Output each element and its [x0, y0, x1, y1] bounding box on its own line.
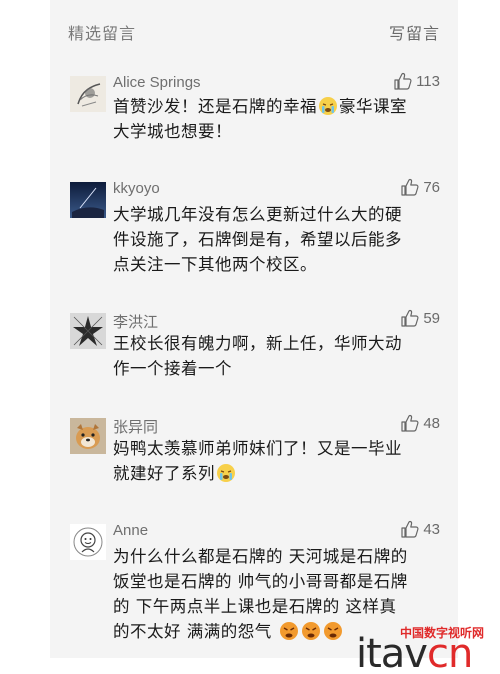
user-avatar[interactable] [70, 313, 106, 349]
like-count: 59 [423, 309, 440, 327]
comment-line: 点关注一下其他两个校区。 [113, 255, 317, 274]
like-button[interactable]: 59 [400, 309, 440, 327]
comment-item: 张异同 48 妈鸭太羡慕师弟师妹们了！又是一毕业 就建好了系列 [50, 412, 458, 496]
watermark-logo: itavcn [356, 631, 473, 674]
angry-emoji-icon [323, 622, 342, 640]
comment-line: 大学城也想要！ [113, 122, 232, 141]
user-avatar[interactable] [70, 182, 106, 218]
comment-username[interactable]: 李洪江 [113, 311, 158, 332]
comment-item: Alice Springs 113 首赞沙发！还是石牌的幸福 豪华课室 大学城也想… [50, 70, 458, 160]
crying-emoji-icon [319, 97, 337, 115]
like-count: 113 [416, 72, 440, 90]
thumbs-up-icon [401, 309, 419, 327]
comment-username[interactable]: Alice Springs [113, 74, 201, 91]
write-comment-button[interactable]: 写留言 [389, 20, 440, 44]
like-button[interactable]: 113 [393, 72, 440, 90]
comment-username[interactable]: Anne [113, 522, 148, 539]
like-count: 48 [423, 414, 440, 432]
angry-emoji-icon [301, 622, 320, 640]
comments-header: 精选留言 写留言 [50, 14, 458, 44]
comment-line: 为什么什么都是石牌的 天河城是石牌的 [113, 547, 408, 566]
comment-line: 的 下午两点半上课也是石牌的 这样真 [113, 597, 397, 616]
comment-line: 豪华课室 [339, 97, 407, 116]
like-button[interactable]: 48 [400, 414, 440, 432]
comment-text: 妈鸭太羡慕师弟师妹们了！又是一毕业 就建好了系列 [113, 436, 440, 486]
thumbs-up-icon [401, 520, 419, 538]
like-button[interactable]: 43 [400, 520, 440, 538]
comment-text: 首赞沙发！还是石牌的幸福 豪华课室 大学城也想要！ [113, 94, 440, 144]
comment-line: 件设施了，石牌倒是有，希望以后能多 [113, 230, 402, 249]
user-avatar[interactable] [70, 524, 106, 560]
watermark-logo-part: itav [356, 631, 428, 674]
comment-text: 大学城几年没有怎么更新过什么大的硬 件设施了，石牌倒是有，希望以后能多 点关注一… [113, 202, 440, 277]
like-count: 43 [423, 520, 440, 538]
thumbs-up-icon [401, 178, 419, 196]
comment-text: 为什么什么都是石牌的 天河城是石牌的 饭堂也是石牌的 帅气的小哥哥都是石牌 的 … [113, 544, 440, 644]
comment-username[interactable]: 张异同 [113, 416, 158, 437]
comment-line: 就建好了系列 [113, 464, 215, 483]
thumbs-up-icon [394, 72, 412, 90]
comment-item: 李洪江 59 王校长很有魄力啊，新上任，华师大动 作一个接着一个 [50, 307, 458, 387]
like-count: 76 [423, 178, 440, 196]
thumbs-up-icon [401, 414, 419, 432]
comment-text: 王校长很有魄力啊，新上任，华师大动 作一个接着一个 [113, 331, 440, 381]
comment-username[interactable]: kkyoyo [113, 180, 160, 197]
user-avatar[interactable] [70, 76, 106, 112]
watermark-logo-part: cn [426, 631, 473, 674]
comment-line: 作一个接着一个 [113, 359, 232, 378]
comment-line: 饭堂也是石牌的 帅气的小哥哥都是石牌 [113, 572, 408, 591]
like-button[interactable]: 76 [400, 178, 440, 196]
angry-emoji-icon [279, 622, 298, 640]
comment-line: 大学城几年没有怎么更新过什么大的硬 [113, 205, 402, 224]
comments-panel: 精选留言 写留言 Alice Springs 113 首赞沙发！还是石牌的幸福 豪… [50, 0, 458, 658]
comment-line: 首赞沙发！还是石牌的幸福 [113, 97, 317, 116]
user-avatar[interactable] [70, 418, 106, 454]
crying-emoji-icon [217, 464, 235, 482]
comment-item: kkyoyo 76 大学城几年没有怎么更新过什么大的硬 件设施了，石牌倒是有，希… [50, 176, 458, 286]
comment-line: 的不太好 满满的怨气 [113, 622, 272, 641]
comment-line: 妈鸭太羡慕师弟师妹们了！又是一毕业 [113, 439, 402, 458]
featured-comments-title: 精选留言 [68, 24, 137, 43]
comment-line: 王校长很有魄力啊，新上任，华师大动 [113, 334, 402, 353]
